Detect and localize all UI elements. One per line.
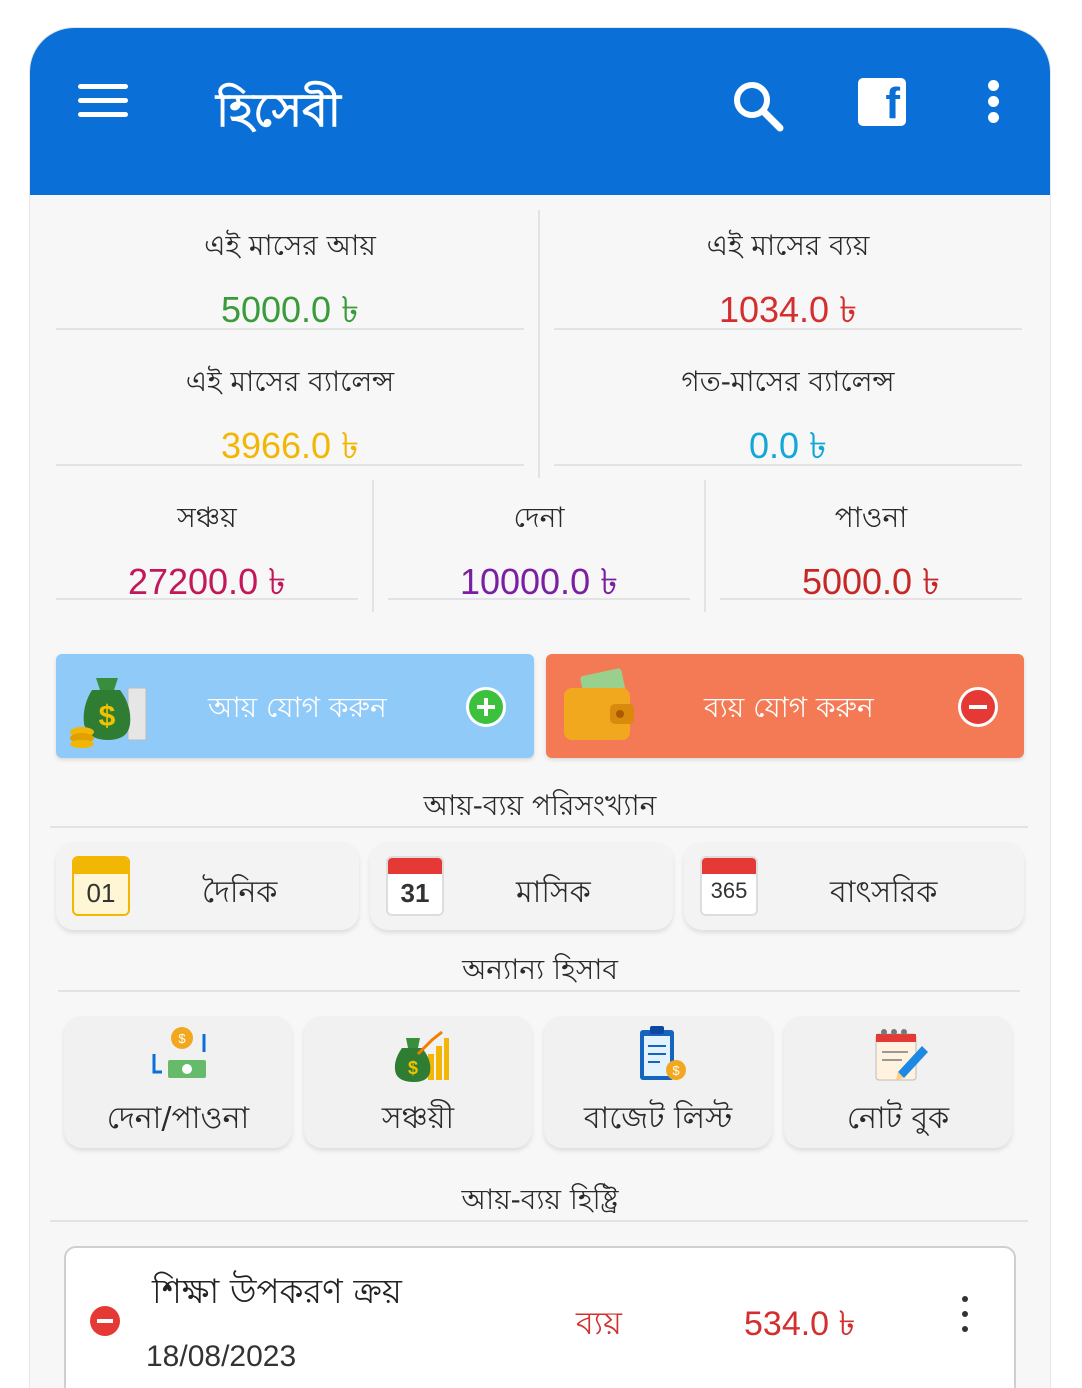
app-screen: হিসেবী f এই মাসের আয় 5000.0 ৳ এই মাসের … xyxy=(30,28,1050,1388)
calendar-icon: 01 xyxy=(72,856,130,916)
history-item[interactable]: শিক্ষা উপকরণ ক্রয় 18/08/2023 ব্যয় 534.… xyxy=(64,1246,1016,1388)
monthly-button[interactable]: 31 মাসিক xyxy=(370,842,673,930)
money-bag-icon: $ xyxy=(70,678,147,748)
history-item-title: শিক্ষা উপকরণ ক্রয় xyxy=(152,1272,402,1312)
stat-value: 3966.0 ৳ xyxy=(220,425,360,466)
facebook-icon[interactable]: f xyxy=(858,78,906,128)
add-expense-label: ব্যয় যোগ করুন xyxy=(704,691,874,724)
history-item-amount: 534.0 ৳ xyxy=(744,1305,856,1343)
stat-value: 10000.0 ৳ xyxy=(459,561,619,602)
debt-receivable-tile[interactable]: $ দেনা/পাওনা xyxy=(64,1016,292,1148)
daily-button[interactable]: 01 দৈনিক xyxy=(56,842,359,930)
daily-label: দৈনিক xyxy=(202,875,278,910)
search-icon[interactable] xyxy=(730,78,786,134)
month-income-stat: এই মাসের আয় 5000.0 ৳ xyxy=(56,224,524,343)
yearly-label: বাৎসরিক xyxy=(830,875,938,910)
wallet-icon xyxy=(564,668,634,740)
divider xyxy=(50,1220,1028,1222)
stat-label: এই মাসের ব্যয় xyxy=(706,229,870,262)
notebook-pencil-icon xyxy=(875,1029,928,1081)
tile-label: সঞ্চয়ী xyxy=(381,1101,455,1136)
tile-label: বাজেট লিস্ট xyxy=(583,1101,733,1136)
prev-balance-stat: গত-মাসের ব্যালেন্স 0.0 ৳ xyxy=(554,360,1022,479)
divider xyxy=(554,328,1022,330)
stat-label: গত-মাসের ব্যালেন্স xyxy=(681,365,895,398)
stat-value: 5000.0 ৳ xyxy=(220,289,360,330)
plus-circle-icon xyxy=(466,687,506,727)
divider-vertical xyxy=(538,210,540,478)
svg-text:$: $ xyxy=(99,700,116,733)
add-expense-button[interactable]: ব্যয় যোগ করুন xyxy=(546,654,1024,758)
history-item-date: 18/08/2023 xyxy=(146,1340,297,1373)
divider xyxy=(58,990,1020,992)
divider-vertical xyxy=(704,480,706,612)
add-income-label: আয় যোগ করুন xyxy=(208,691,387,724)
monthly-label: মাসিক xyxy=(516,875,591,910)
yearly-button[interactable]: 365 বাৎসরিক xyxy=(684,842,1024,930)
divider xyxy=(56,328,524,330)
app-title: হিসেবী xyxy=(216,83,341,137)
divider xyxy=(50,826,1028,828)
savings-tile[interactable]: $ সঞ্চয়ী xyxy=(304,1016,532,1148)
stat-value: 27200.0 ৳ xyxy=(127,561,287,602)
history-section-title: আয়-ব্যয় হিষ্ট্রি xyxy=(461,1183,619,1216)
budget-list-tile[interactable]: $ বাজেট লিস্ট xyxy=(544,1016,772,1148)
stat-value: 1034.0 ৳ xyxy=(718,289,858,330)
more-vert-icon[interactable] xyxy=(960,1296,970,1344)
month-balance-stat: এই মাসের ব্যালেন্স 3966.0 ৳ xyxy=(56,360,524,479)
add-income-button[interactable]: $ আয় যোগ করুন xyxy=(56,654,534,758)
other-section-title: অন্যান্য হিসাব xyxy=(462,953,618,986)
divider xyxy=(388,598,690,600)
calendar-icon: 31 xyxy=(386,856,444,916)
money-exchange-icon: $ xyxy=(152,1027,206,1078)
calendar-icon: 365 xyxy=(700,856,758,916)
month-expense-stat: এই মাসের ব্যয় 1034.0 ৳ xyxy=(554,224,1022,343)
svg-text:$: $ xyxy=(672,1063,680,1078)
tile-label: দেনা/পাওনা xyxy=(106,1101,250,1136)
menu-icon[interactable] xyxy=(78,84,128,118)
divider xyxy=(720,598,1022,600)
minus-circle-icon xyxy=(958,687,998,727)
stat-value: 0.0 ৳ xyxy=(749,425,827,466)
app-bar: হিসেবী f xyxy=(30,28,1050,195)
divider xyxy=(554,464,1022,466)
divider xyxy=(56,464,524,466)
svg-text:$: $ xyxy=(178,1031,186,1046)
stat-label: এই মাসের আয় xyxy=(204,229,376,262)
stat-label: পাওনা xyxy=(834,501,908,534)
money-bag-growth-icon: $ xyxy=(394,1030,449,1082)
stat-label: এই মাসের ব্যালেন্স xyxy=(185,365,395,398)
more-vert-icon[interactable] xyxy=(982,80,1004,128)
stat-value: 5000.0 ৳ xyxy=(801,561,941,602)
budget-clipboard-icon: $ xyxy=(640,1026,686,1080)
stat-label: দেনা xyxy=(513,501,565,534)
tile-label: নোট বুক xyxy=(846,1101,950,1136)
divider xyxy=(56,598,358,600)
stats-section-title: আয়-ব্যয় পরিসংখ্যান xyxy=(423,789,657,822)
svg-text:$: $ xyxy=(408,1058,418,1078)
divider-vertical xyxy=(372,480,374,612)
history-item-type: ব্যয় xyxy=(576,1304,622,1342)
expense-minus-icon xyxy=(90,1306,120,1336)
notebook-tile[interactable]: নোট বুক xyxy=(784,1016,1012,1148)
stat-label: সঞ্চয় xyxy=(177,501,237,534)
